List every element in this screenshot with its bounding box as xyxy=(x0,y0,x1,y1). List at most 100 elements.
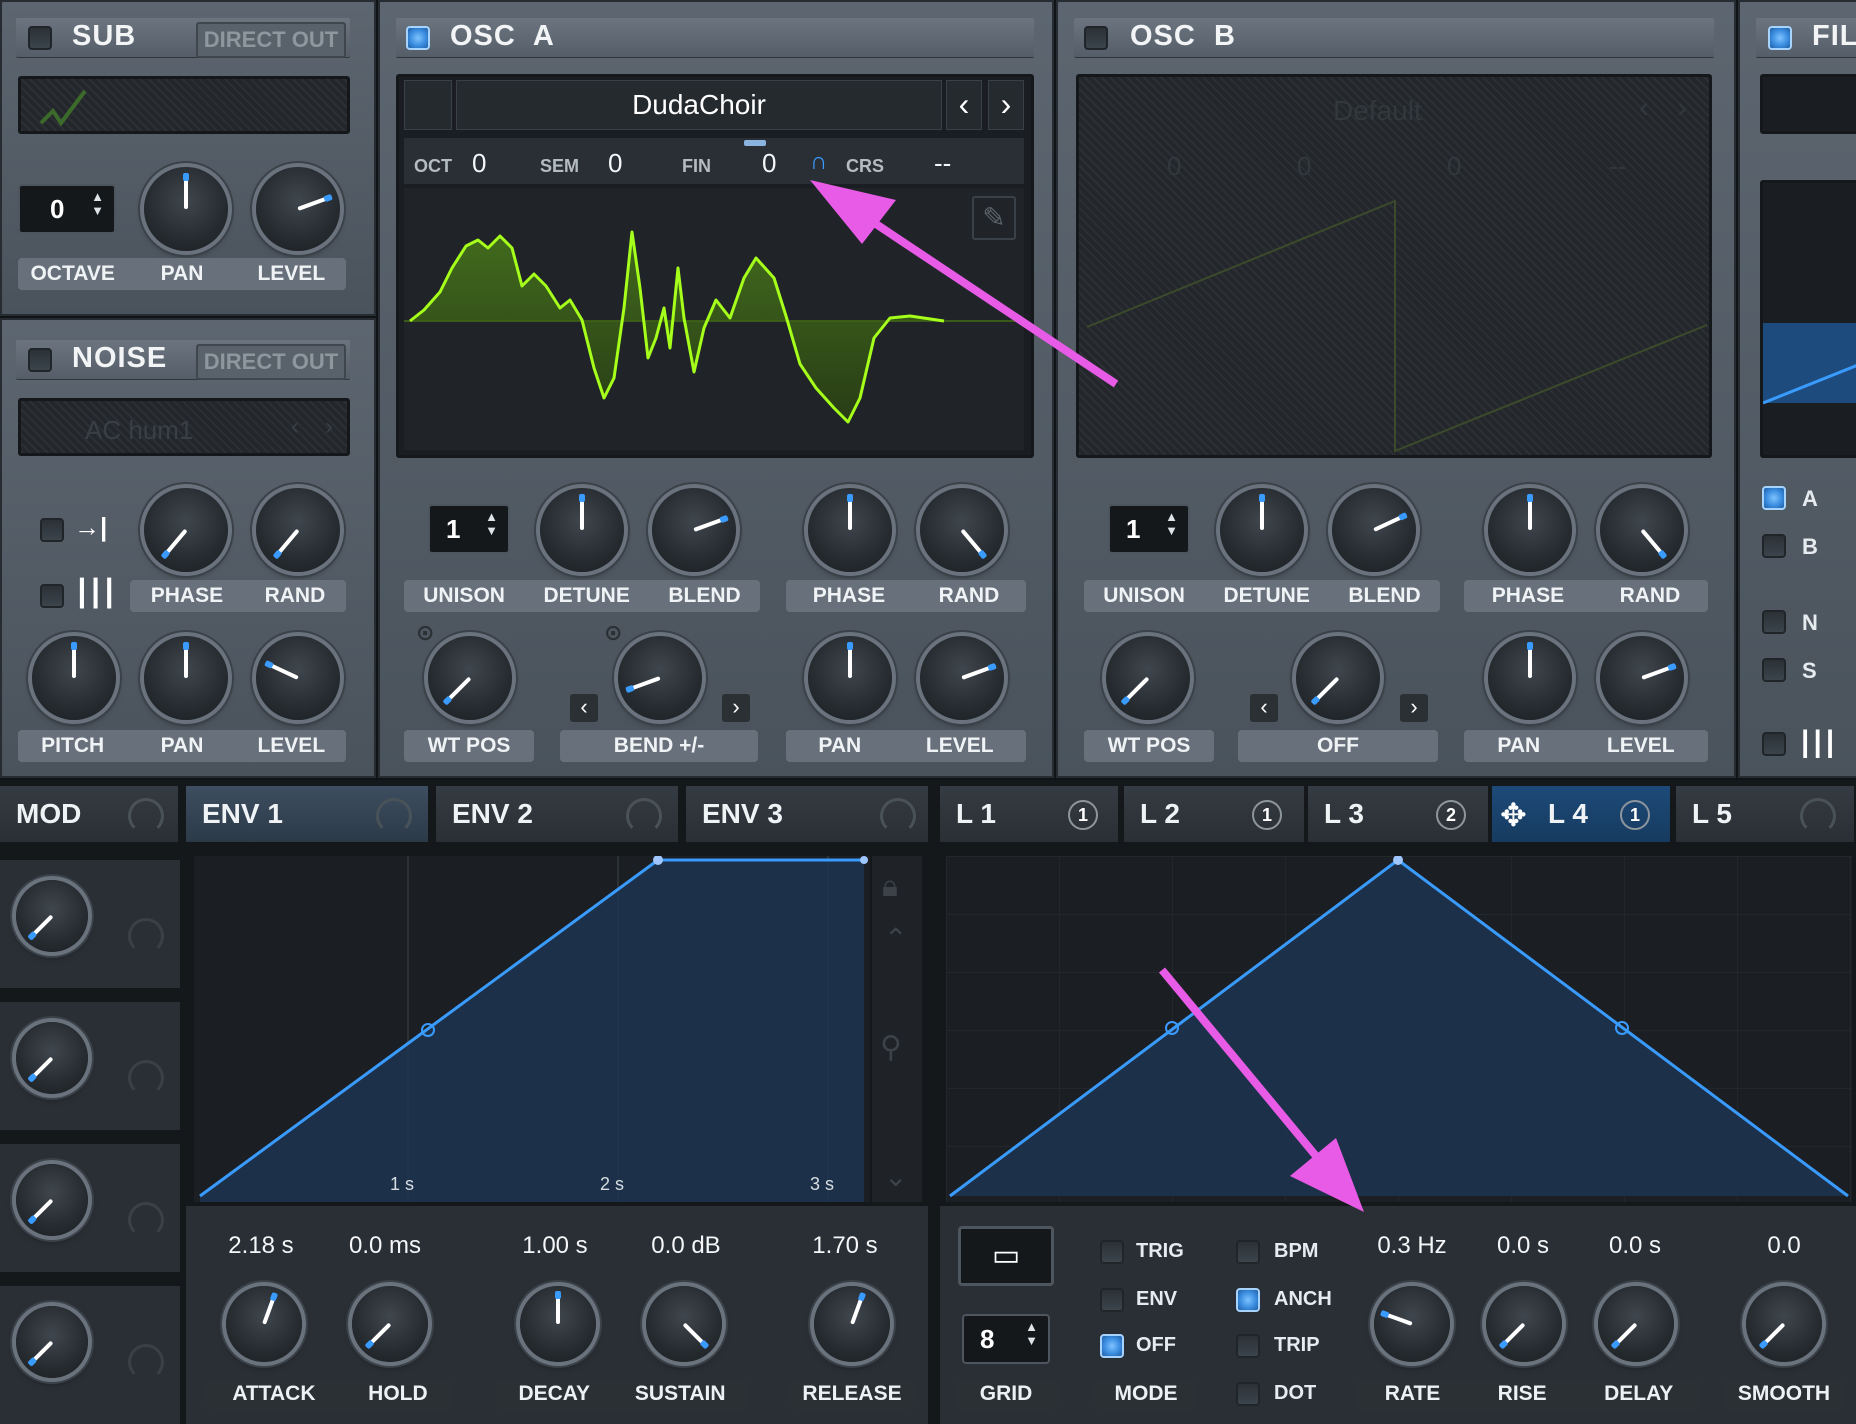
mod-slot-4-knob[interactable] xyxy=(16,1306,88,1378)
noise-sample-selector[interactable]: AC hum1 ‹ › xyxy=(18,398,350,456)
lock-icon[interactable]: 🔒︎ xyxy=(882,870,898,904)
chevron-down-icon[interactable]: ⌄ xyxy=(884,1160,907,1193)
drag-move-icon[interactable]: ✥ xyxy=(1500,796,1527,834)
chevron-up-icon[interactable]: ⌃ xyxy=(884,922,907,955)
lfo-grid-spinner[interactable]: 8 ▲ ▼ xyxy=(962,1314,1050,1364)
lfo-5-drag-icon[interactable] xyxy=(1800,798,1836,834)
osc-b-warp-knob[interactable] xyxy=(1296,636,1380,720)
noise-oneshot-checkbox[interactable] xyxy=(40,518,64,542)
filter-route-a-checkbox[interactable] xyxy=(1762,486,1786,510)
lfo-rise-value[interactable]: 0.0 s xyxy=(1478,1232,1568,1260)
osc-a-bend-prev-button[interactable]: ‹ xyxy=(570,694,598,722)
filter-enable-checkbox[interactable] xyxy=(1768,26,1792,50)
osc-a-rand-knob[interactable] xyxy=(920,488,1004,572)
mod-slot-1-knob[interactable] xyxy=(16,880,88,952)
osc-a-prev-button[interactable]: ‹ xyxy=(946,80,982,130)
noise-level-knob[interactable] xyxy=(256,636,340,720)
osc-a-wtpos-mod-icon[interactable]: ⊙ xyxy=(416,620,434,646)
osc-a-enable-checkbox[interactable] xyxy=(406,26,430,50)
osc-b-blend-knob[interactable] xyxy=(1332,488,1416,572)
env-release-knob[interactable] xyxy=(814,1286,890,1362)
lfo-graph[interactable] xyxy=(946,856,1852,1202)
osc-a-pan-knob[interactable] xyxy=(808,636,892,720)
osc-b-warp-prev-button[interactable]: ‹ xyxy=(1250,694,1278,722)
osc-a-menu-button[interactable] xyxy=(404,80,452,130)
env-3-drag-icon[interactable] xyxy=(880,798,916,834)
lfo-smooth-value[interactable]: 0.0 xyxy=(1736,1232,1832,1260)
env-sustain-value[interactable]: 0.0 dB xyxy=(636,1232,736,1260)
osc-a-bend-next-button[interactable]: › xyxy=(722,694,750,722)
sub-waveform-display[interactable] xyxy=(18,76,350,134)
env-attack-knob[interactable] xyxy=(226,1286,302,1362)
lfo-delay-value[interactable]: 0.0 s xyxy=(1590,1232,1680,1260)
filter-route-b-checkbox[interactable] xyxy=(1762,534,1786,558)
osc-b-detune-knob[interactable] xyxy=(1220,488,1304,572)
osc-a-waveform-view[interactable]: ✎ xyxy=(404,188,1024,450)
lfo-trig-checkbox[interactable] xyxy=(1100,1240,1124,1264)
osc-a-sem-value[interactable]: 0 xyxy=(608,148,622,179)
osc-b-level-knob[interactable] xyxy=(1600,636,1684,720)
env-decay-knob[interactable] xyxy=(520,1286,596,1362)
osc-b-unison-spinner[interactable]: 1 ▲ ▼ xyxy=(1108,504,1190,554)
lfo-preset-folder-button[interactable]: ▭ xyxy=(958,1226,1054,1286)
osc-a-retrig-icon[interactable]: ∩ xyxy=(810,148,827,176)
env-2-drag-icon[interactable] xyxy=(626,798,662,834)
mod-slot-4-source-icon[interactable] xyxy=(128,1344,164,1380)
env-attack-value[interactable]: 2.18 s xyxy=(216,1232,306,1260)
filter-keytrack-checkbox[interactable] xyxy=(1762,732,1786,756)
lfo-delay-knob[interactable] xyxy=(1598,1286,1674,1362)
osc-a-detune-knob[interactable] xyxy=(540,488,624,572)
sub-enable-checkbox[interactable] xyxy=(28,26,52,50)
noise-prev-icon[interactable]: ‹ xyxy=(291,413,299,441)
mod-slot-1-source-icon[interactable] xyxy=(128,918,164,954)
lfo-rate-value[interactable]: 0.3 Hz xyxy=(1364,1232,1460,1260)
sub-octave-spinner[interactable]: 0 ▲ ▼ xyxy=(18,184,116,234)
lfo-rise-knob[interactable] xyxy=(1486,1286,1562,1362)
osc-b-phase-knob[interactable] xyxy=(1488,488,1572,572)
noise-keytrack-checkbox[interactable] xyxy=(40,584,64,608)
filter-type-selector[interactable] xyxy=(1760,74,1856,134)
env-release-value[interactable]: 1.70 s xyxy=(800,1232,890,1260)
osc-a-oct-value[interactable]: 0 xyxy=(472,148,486,179)
mod-slot-2-knob[interactable] xyxy=(16,1022,88,1094)
osc-a-bend-mod-icon[interactable]: ⊙ xyxy=(604,620,622,646)
filter-route-s-checkbox[interactable] xyxy=(1762,658,1786,682)
osc-a-wavetable-selector[interactable]: DudaChoir xyxy=(456,80,942,130)
osc-b-wtpos-knob[interactable] xyxy=(1106,636,1190,720)
noise-next-icon[interactable]: › xyxy=(325,413,333,441)
env-sustain-knob[interactable] xyxy=(646,1286,722,1362)
noise-rand-knob[interactable] xyxy=(256,488,340,572)
osc-b-rand-knob[interactable] xyxy=(1600,488,1684,572)
osc-b-pan-knob[interactable] xyxy=(1488,636,1572,720)
lfo-anch-checkbox[interactable] xyxy=(1236,1288,1260,1312)
lfo-rate-knob[interactable] xyxy=(1374,1286,1450,1362)
lfo-off-checkbox[interactable] xyxy=(1100,1334,1124,1358)
noise-pitch-knob[interactable] xyxy=(32,636,116,720)
lfo-smooth-knob[interactable] xyxy=(1746,1286,1822,1362)
osc-a-wtpos-knob[interactable] xyxy=(428,636,512,720)
lfo-trip-checkbox[interactable] xyxy=(1236,1334,1260,1358)
lfo-dot-checkbox[interactable] xyxy=(1236,1382,1260,1406)
filter-response-display[interactable] xyxy=(1760,180,1856,458)
sub-level-knob[interactable] xyxy=(256,167,340,251)
osc-a-edit-icon[interactable]: ✎ xyxy=(972,196,1016,240)
osc-b-warp-next-button[interactable]: › xyxy=(1400,694,1428,722)
sub-pan-knob[interactable] xyxy=(144,167,228,251)
env-1-drag-icon[interactable] xyxy=(376,798,412,834)
lfo-env-checkbox[interactable] xyxy=(1100,1288,1124,1312)
osc-a-blend-knob[interactable] xyxy=(652,488,736,572)
lfo-bpm-checkbox[interactable] xyxy=(1236,1240,1260,1264)
osc-a-phase-knob[interactable] xyxy=(808,488,892,572)
osc-a-unison-spinner[interactable]: 1 ▲ ▼ xyxy=(428,504,510,554)
mod-slot-2-source-icon[interactable] xyxy=(128,1060,164,1096)
env-hold-knob[interactable] xyxy=(352,1286,428,1362)
osc-b-enable-checkbox[interactable] xyxy=(1084,26,1108,50)
osc-a-fin-value[interactable]: 0 xyxy=(762,148,776,179)
noise-direct-out-button[interactable]: DIRECT OUT xyxy=(196,344,346,380)
noise-enable-checkbox[interactable] xyxy=(28,348,52,372)
osc-a-crs-value[interactable]: -- xyxy=(934,148,951,179)
osc-a-bend-knob[interactable] xyxy=(618,636,702,720)
sub-direct-out-button[interactable]: DIRECT OUT xyxy=(196,22,346,58)
noise-pan-knob[interactable] xyxy=(144,636,228,720)
env-graph[interactable]: 1 s 2 s 3 s xyxy=(194,856,870,1202)
